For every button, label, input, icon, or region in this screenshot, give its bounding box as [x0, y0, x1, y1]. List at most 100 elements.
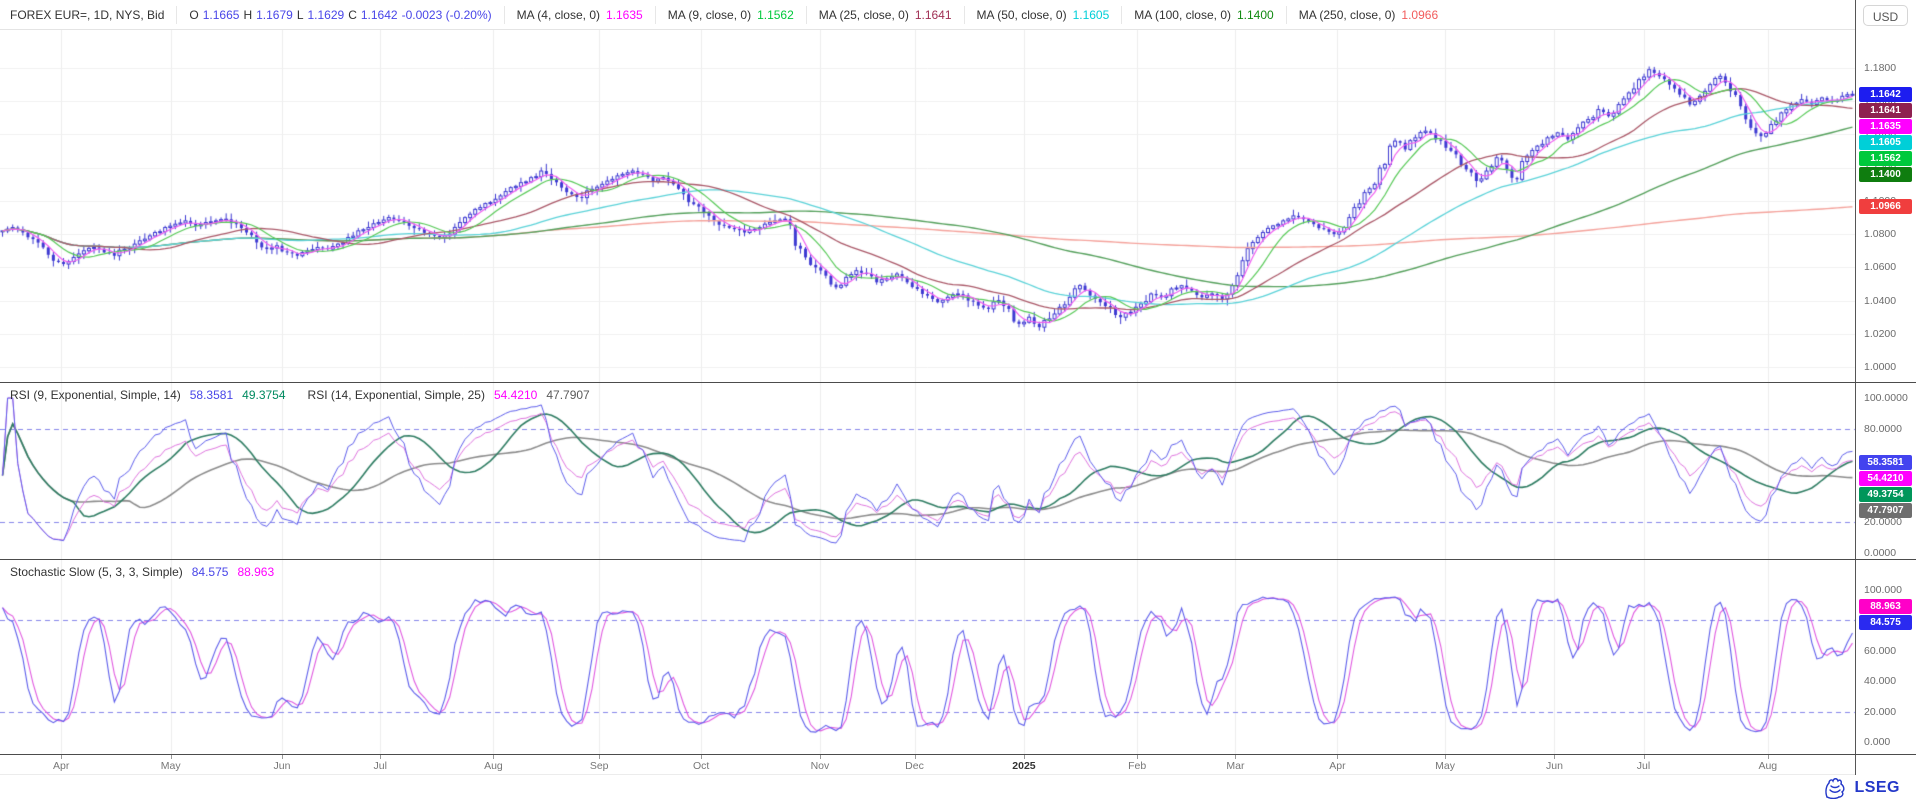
- time-axis-tick: [1024, 755, 1025, 759]
- legend-divider: [504, 6, 505, 24]
- panel-separator[interactable]: [0, 382, 1916, 383]
- axis-label: 60.000: [1864, 645, 1896, 657]
- ma-legend: MA (4, close, 0)1.1635 MA (9, close, 0)1.…: [504, 6, 1439, 24]
- ma-legend-item[interactable]: MA (9, close, 0)1.1562: [668, 8, 794, 22]
- month-label: Jun: [273, 760, 290, 772]
- axis-label: 1.0600: [1864, 261, 1896, 273]
- price-badge: 1.1635: [1859, 119, 1912, 134]
- rsi-value: 58.3581: [190, 388, 233, 402]
- month-label: Jun: [1546, 760, 1563, 772]
- ohlc-value: O1.1665: [189, 8, 239, 22]
- price-badge: 1.1400: [1859, 167, 1912, 182]
- rsi-value: 47.7907: [546, 388, 589, 402]
- month-label: Jul: [374, 760, 387, 772]
- month-label: May: [1435, 760, 1455, 772]
- legend-divider: [964, 6, 965, 24]
- price-chart-canvas[interactable]: [0, 30, 1855, 383]
- trading-chart-app: FOREX EUR=, 1D, NYS, Bid O1.1665 H1.1679 L…: [0, 0, 1916, 803]
- legend-divider: [1121, 6, 1122, 24]
- ma-legend-item[interactable]: MA (25, close, 0)1.1641: [819, 8, 952, 22]
- ohlc-legend: O1.1665H1.1679L1.1629C1.1642-0.0023 (-0.…: [189, 8, 491, 22]
- stochastic-value: 84.575: [192, 565, 229, 579]
- axis-label: 1.1800: [1864, 62, 1896, 74]
- price-badge: 1.0966: [1859, 199, 1912, 214]
- axis-label: 1.0800: [1864, 228, 1896, 240]
- rsi-chart-canvas[interactable]: [0, 383, 1855, 560]
- axis-label: 20.000: [1864, 706, 1896, 718]
- footer: LSEG: [0, 775, 1916, 803]
- ohlc-value: L1.1629: [297, 8, 344, 22]
- month-label: Aug: [484, 760, 503, 772]
- price-panel: [0, 30, 1855, 383]
- time-axis-tick: [820, 755, 821, 759]
- time-axis-tick: [1337, 755, 1338, 759]
- rsi-value: 54.4210: [494, 388, 537, 402]
- axis-label: 0.000: [1864, 736, 1890, 748]
- price-badge: 84.575: [1859, 615, 1912, 630]
- stochastic-legend: Stochastic Slow (5, 3, 3, Simple) 84.575…: [10, 565, 274, 579]
- stochastic-legend-label[interactable]: Stochastic Slow (5, 3, 3, Simple): [10, 565, 183, 579]
- price-badge: 49.3754: [1859, 487, 1912, 502]
- time-axis-tick: [1235, 755, 1236, 759]
- price-badge: 1.1562: [1859, 151, 1912, 166]
- axis-label: 0.0000: [1864, 547, 1896, 559]
- stochastic-panel: Stochastic Slow (5, 3, 3, Simple) 84.575…: [0, 560, 1855, 755]
- ohlc-value: H1.1679: [243, 8, 292, 22]
- time-axis-tick: [171, 755, 172, 759]
- axis-label: 1.0000: [1864, 361, 1896, 373]
- time-axis-tick: [1137, 755, 1138, 759]
- lseg-crest-icon: [1822, 777, 1848, 799]
- stochastic-legend-values: 84.575 88.963: [192, 565, 274, 579]
- stochastic-value: 88.963: [237, 565, 274, 579]
- month-label: Feb: [1128, 760, 1146, 772]
- time-axis-tick: [1554, 755, 1555, 759]
- price-badge: 58.3581: [1859, 455, 1912, 470]
- price-badge: 88.963: [1859, 599, 1912, 614]
- panel-separator[interactable]: [0, 559, 1916, 560]
- time-axis-tick: [1445, 755, 1446, 759]
- price-axis[interactable]: USD 1.18001.16001.14001.12001.10001.0800…: [1855, 0, 1916, 775]
- time-axis-tick: [1768, 755, 1769, 759]
- time-axis-tick: [599, 755, 600, 759]
- panel-separator: [0, 754, 1916, 755]
- month-label: Jul: [1637, 760, 1650, 772]
- price-badge: 1.1605: [1859, 135, 1912, 150]
- ohlc-value: -0.0023 (-0.20%): [402, 8, 492, 22]
- time-axis-tick: [915, 755, 916, 759]
- rsi-legend-group[interactable]: RSI (14, Exponential, Simple, 25)54.4210…: [308, 388, 590, 402]
- month-label: Nov: [811, 760, 830, 772]
- time-axis-tick: [380, 755, 381, 759]
- price-badge: 1.1642: [1859, 87, 1912, 102]
- axis-label: 1.0400: [1864, 295, 1896, 307]
- stochastic-chart-canvas[interactable]: [0, 560, 1855, 755]
- time-axis-tick: [493, 755, 494, 759]
- chart-header: FOREX EUR=, 1D, NYS, Bid O1.1665 H1.1679 L…: [0, 0, 1855, 30]
- legend-divider: [806, 6, 807, 24]
- month-label: Oct: [693, 760, 709, 772]
- legend-divider: [655, 6, 656, 24]
- rsi-legend-group[interactable]: RSI (9, Exponential, Simple, 14)58.35814…: [10, 388, 286, 402]
- month-label: Apr: [53, 760, 69, 772]
- month-label: Mar: [1226, 760, 1244, 772]
- currency-button[interactable]: USD: [1863, 5, 1908, 26]
- month-label: Dec: [905, 760, 924, 772]
- axis-label: 80.0000: [1864, 423, 1902, 435]
- price-badge: 47.7907: [1859, 503, 1912, 518]
- month-label: 2025: [1012, 760, 1035, 772]
- ma-legend-item[interactable]: MA (4, close, 0)1.1635: [517, 8, 643, 22]
- ma-legend-item[interactable]: MA (100, close, 0)1.1400: [1134, 8, 1273, 22]
- rsi-panel: RSI (9, Exponential, Simple, 14)58.35814…: [0, 383, 1855, 560]
- axis-label: 100.0000: [1864, 392, 1908, 404]
- lseg-brand-text: LSEG: [1854, 779, 1900, 797]
- rsi-legend: RSI (9, Exponential, Simple, 14)58.35814…: [10, 388, 590, 402]
- price-badge: 54.4210: [1859, 471, 1912, 486]
- ma-legend-item[interactable]: MA (50, close, 0)1.1605: [977, 8, 1110, 22]
- month-label: May: [161, 760, 181, 772]
- time-axis-tick: [1644, 755, 1645, 759]
- instrument-title[interactable]: FOREX EUR=, 1D, NYS, Bid: [10, 8, 164, 22]
- ma-legend-item[interactable]: MA (250, close, 0)1.0966: [1299, 8, 1438, 22]
- time-axis[interactable]: AprMayJunJulAugSepOctNovDec2025FebMarApr…: [0, 755, 1855, 775]
- time-axis-tick: [61, 755, 62, 759]
- axis-label: 1.0200: [1864, 328, 1896, 340]
- legend-divider: [1286, 6, 1287, 24]
